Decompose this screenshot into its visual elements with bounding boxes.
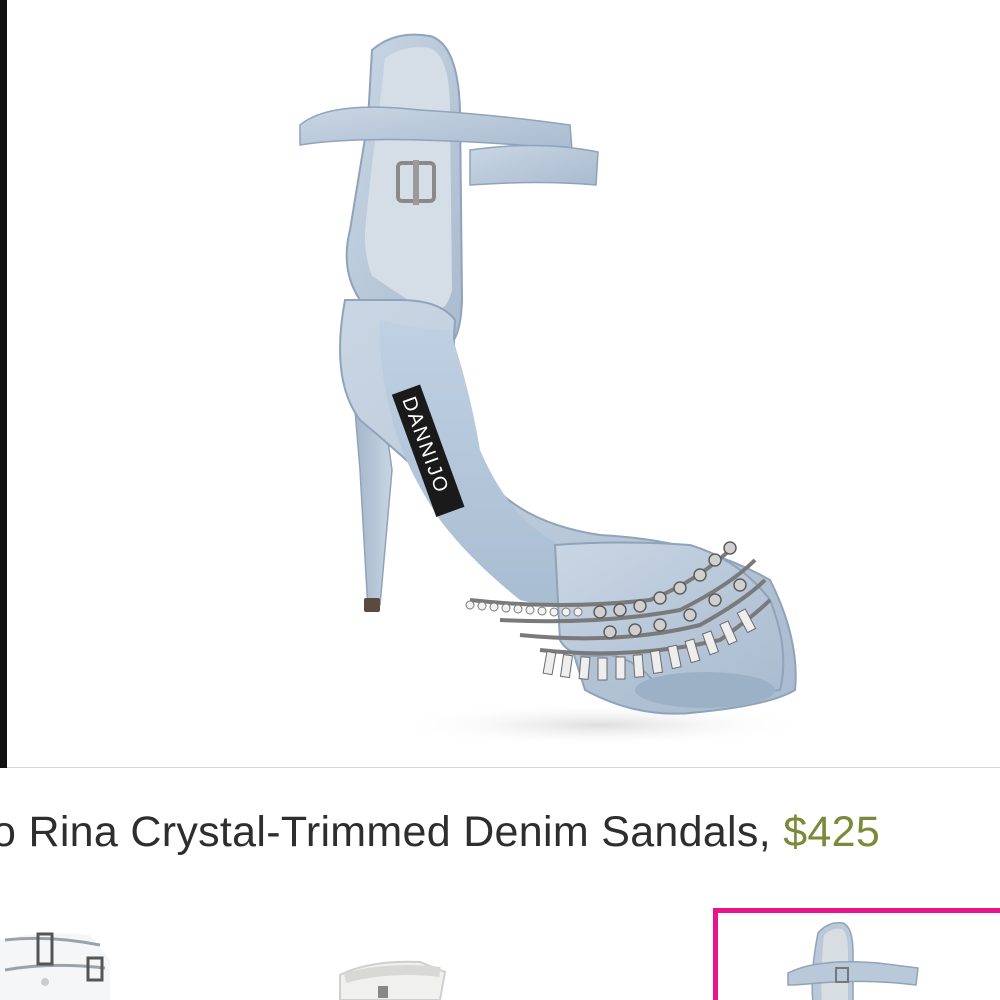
thumbnail-denim-sandal[interactable]	[713, 908, 1000, 1000]
thumbnail-white-sandal[interactable]	[330, 900, 470, 1000]
thumbnail-clear-sandal[interactable]	[0, 900, 140, 1000]
product-caption[interactable]: o Rina Crystal-Trimmed Denim Sandals, $4…	[0, 808, 880, 857]
thumbnail-strip	[0, 900, 1000, 1000]
product-title[interactable]: o Rina Crystal-Trimmed Denim Sandals,	[0, 808, 783, 856]
product-image-frame: DANNIJO	[0, 0, 1000, 768]
product-image[interactable]: DANNIJO	[0, 0, 1000, 768]
product-page: DANNIJO o Rina Crystal-Trimmed Denim San…	[0, 0, 1000, 1000]
product-price: $425	[783, 808, 881, 856]
